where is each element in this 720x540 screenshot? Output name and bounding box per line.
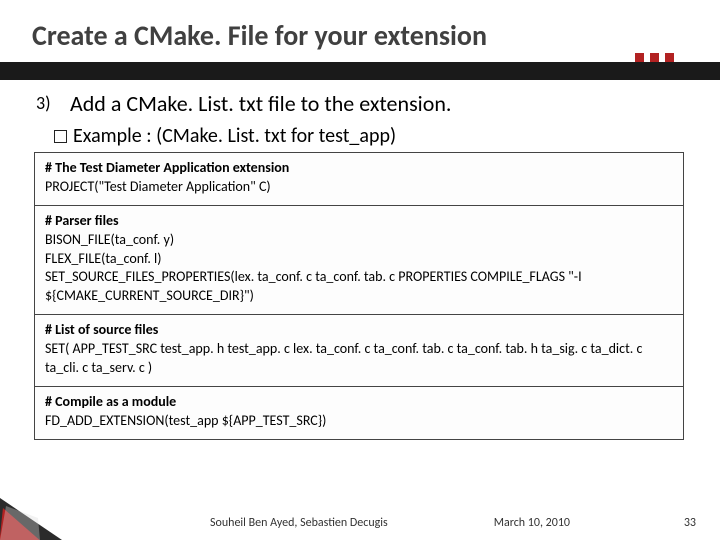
code-body: PROJECT("Test Diameter Application" C) (45, 178, 673, 197)
code-comment: # List of source files (45, 321, 673, 340)
code-comment: # Parser files (45, 212, 673, 231)
slide: Create a CMake. File for your extension … (0, 0, 720, 540)
code-cell: # Compile as a module FD_ADD_EXTENSION(t… (35, 387, 683, 439)
example-line: Example : (CMake. List. txt for test_app… (54, 124, 396, 148)
code-table: # The Test Diameter Application extensio… (34, 152, 684, 440)
corner-decoration-icon (0, 498, 62, 540)
code-body: FD_ADD_EXTENSION(test_app ${APP_TEST_SRC… (45, 412, 673, 431)
example-label: Example : (CMake. List. txt for test_app… (73, 124, 396, 148)
code-cell: # Parser files BISON_FILE(ta_conf. y) FL… (35, 206, 683, 315)
code-body: SET( APP_TEST_SRC test_app. h test_app. … (45, 340, 673, 378)
code-cell: # The Test Diameter Application extensio… (35, 153, 683, 206)
footer-authors: Souheil Ben Ayed, Sebastien Decugis (210, 516, 388, 530)
footer-page-number: 33 (684, 516, 696, 530)
code-body: BISON_FILE(ta_conf. y) FLEX_FILE(ta_conf… (45, 231, 673, 307)
step-number: 3) (36, 92, 51, 114)
code-comment: # The Test Diameter Application extensio… (45, 159, 673, 178)
rule-accent-squares (635, 53, 674, 62)
title-rule (0, 62, 720, 80)
code-comment: # Compile as a module (45, 393, 673, 412)
code-cell: # List of source files SET( APP_TEST_SRC… (35, 315, 683, 387)
step-text: Add a CMake. List. txt file to the exten… (70, 90, 451, 117)
hollow-square-bullet-icon (54, 130, 67, 143)
slide-title: Create a CMake. File for your extension (32, 18, 487, 53)
footer-date: March 10, 2010 (494, 516, 570, 530)
